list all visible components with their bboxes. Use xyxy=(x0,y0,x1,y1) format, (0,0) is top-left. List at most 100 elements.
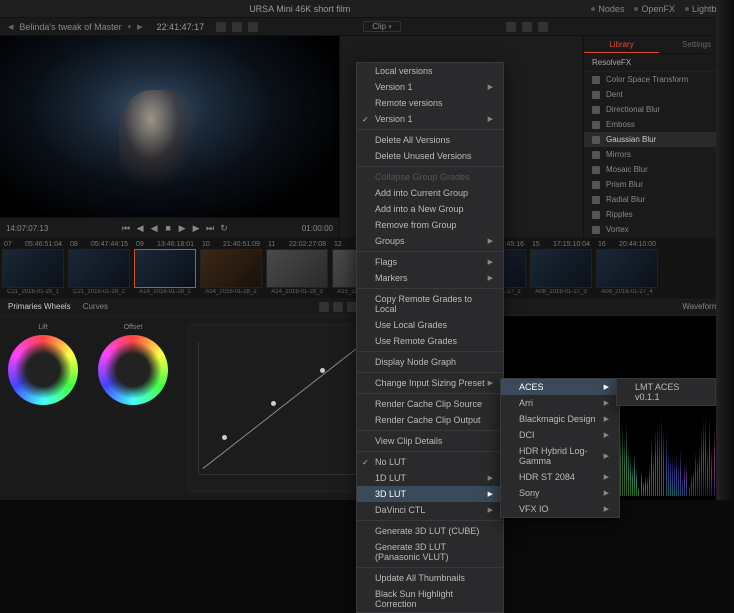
curves-editor[interactable] xyxy=(188,324,371,492)
node-tool-icon[interactable] xyxy=(522,22,532,32)
viewer-tool-icon[interactable] xyxy=(232,22,242,32)
curves-tab[interactable]: Curves xyxy=(83,302,108,311)
submenu-arrow-icon: ▶ xyxy=(604,415,609,423)
menu-item[interactable]: VFX IO▶ xyxy=(501,501,619,517)
menu-item[interactable]: DCI▶ xyxy=(501,427,619,443)
fx-item[interactable]: Gaussian Blur xyxy=(584,132,734,147)
menu-item[interactable]: Black Sun Highlight Correction xyxy=(357,586,503,612)
menu-separator xyxy=(357,166,503,167)
clip-thumbnail[interactable]: 1021:40:51:09A14_2016-01-28_2 xyxy=(198,239,264,297)
first-frame-icon[interactable]: ⏮ xyxy=(121,223,131,234)
version-dropdown-icon[interactable]: ▾ xyxy=(128,23,132,31)
menu-item[interactable]: Add into a New Group xyxy=(357,201,503,217)
clip-mode-selector[interactable]: Clip ▾ xyxy=(363,21,401,32)
menu-item[interactable]: Generate 3D LUT (CUBE) xyxy=(357,523,503,539)
menu-item[interactable]: Update All Thumbnails xyxy=(357,570,503,586)
nodes-toggle[interactable]: Nodes xyxy=(591,4,624,14)
scope-mode-selector[interactable]: Waveform xyxy=(682,302,718,311)
version-name[interactable]: Belinda's tweak of Master xyxy=(19,22,121,32)
fx-icon xyxy=(592,211,600,219)
menu-item[interactable]: ✓Version 1▶ xyxy=(357,111,503,127)
fx-icon xyxy=(592,151,600,159)
fx-icon xyxy=(592,196,600,204)
menu-item[interactable]: ✓No LUT xyxy=(357,454,503,470)
menu-item[interactable]: Change Input Sizing Preset▶ xyxy=(357,375,503,391)
menu-item[interactable]: Render Cache Clip Output xyxy=(357,412,503,428)
menu-item[interactable]: Copy Remote Grades to Local xyxy=(357,291,503,317)
menu-item[interactable]: DaVinci CTL▶ xyxy=(357,502,503,518)
menu-item[interactable]: Arri▶ xyxy=(501,395,619,411)
menu-item[interactable]: Add into Current Group xyxy=(357,185,503,201)
submenu-arrow-icon: ▶ xyxy=(488,490,493,498)
clip-thumbnail[interactable]: 1122:02:27:08A14_2016-01-28_3 xyxy=(264,239,330,297)
menu-item[interactable]: Flags▶ xyxy=(357,254,503,270)
clip-thumbnail[interactable]: 0705:46:51:04C21_2016-01-28_1 xyxy=(0,239,66,297)
menu-item[interactable]: Groups▶ xyxy=(357,233,503,249)
next-frame-icon[interactable]: ▶ xyxy=(191,223,201,234)
menu-item[interactable]: View Clip Details xyxy=(357,433,503,449)
next-version-icon[interactable]: ▶ xyxy=(137,23,142,31)
menu-item[interactable]: Delete All Versions xyxy=(357,132,503,148)
lift-wheel[interactable] xyxy=(8,335,78,405)
menu-item[interactable]: Sony▶ xyxy=(501,485,619,501)
menu-item[interactable]: Blackmagic Design▶ xyxy=(501,411,619,427)
node-tool-icon[interactable] xyxy=(506,22,516,32)
library-tab[interactable]: Library xyxy=(584,36,659,53)
project-title: URSA Mini 46K short film xyxy=(8,4,591,14)
clip-thumbnail[interactable]: 0913:46:18:01A14_2016-01-28_1 xyxy=(132,239,198,297)
fx-item[interactable]: Directional Blur xyxy=(584,102,734,117)
monitor-bezel xyxy=(716,0,734,500)
viewer-tool-icon[interactable] xyxy=(248,22,258,32)
fx-item[interactable]: Color Space Transform xyxy=(584,72,734,87)
menu-item[interactable]: HDR Hybrid Log-Gamma▶ xyxy=(501,443,619,469)
loop-icon[interactable]: ↻ xyxy=(219,223,229,234)
prev-version-icon[interactable]: ◀ xyxy=(8,23,13,31)
aces-submenu[interactable]: LMT ACES v0.1.1 xyxy=(616,378,716,406)
fx-item[interactable]: Mirrors xyxy=(584,147,734,162)
openfx-toggle[interactable]: OpenFX xyxy=(634,4,675,14)
clip-thumbnail[interactable]: 1620:44:10:00A08_2016-01-27_4 xyxy=(594,239,660,297)
menu-item[interactable]: Remove from Group xyxy=(357,217,503,233)
clip-thumbnail[interactable]: 0805:47:44:15C21_2016-01-28_2 xyxy=(66,239,132,297)
menu-item[interactable]: Local versions xyxy=(357,63,503,79)
menu-item[interactable]: HDR ST 2084▶ xyxy=(501,469,619,485)
fx-item[interactable]: Prism Blur xyxy=(584,177,734,192)
stop-icon[interactable]: ■ xyxy=(163,223,173,233)
play-reverse-icon[interactable]: ◀ xyxy=(149,223,159,234)
menu-item[interactable]: Delete Unused Versions xyxy=(357,148,503,164)
clip-thumbnail[interactable]: 1517:15:10:04A08_2016-01-27_3 xyxy=(528,239,594,297)
viewer-tool-icon[interactable] xyxy=(216,22,226,32)
fx-item[interactable]: Radial Blur xyxy=(584,192,734,207)
menu-item[interactable]: Remote versions xyxy=(357,95,503,111)
menu-item[interactable]: Display Node Graph xyxy=(357,354,503,370)
panel-mode-icon[interactable] xyxy=(333,302,343,312)
fx-item[interactable]: Mosaic Blur xyxy=(584,162,734,177)
menu-item[interactable]: 1D LUT▶ xyxy=(357,470,503,486)
submenu-arrow-icon: ▶ xyxy=(604,505,609,513)
menu-item[interactable]: Markers▶ xyxy=(357,270,503,286)
viewer[interactable] xyxy=(0,36,339,217)
context-menu[interactable]: Local versionsVersion 1▶Remote versions✓… xyxy=(356,62,504,613)
lut-submenu[interactable]: ACES▶Arri▶Blackmagic Design▶DCI▶HDR Hybr… xyxy=(500,378,620,518)
menu-item[interactable]: Render Cache Clip Source xyxy=(357,396,503,412)
fx-icon xyxy=(592,76,600,84)
fx-item[interactable]: Emboss xyxy=(584,117,734,132)
prev-frame-icon[interactable]: ◀ xyxy=(135,223,145,234)
panel-mode-icon[interactable] xyxy=(319,302,329,312)
primaries-tab[interactable]: Primaries Wheels xyxy=(8,302,71,311)
node-tool-icon[interactable] xyxy=(538,22,548,32)
menu-item[interactable]: Use Remote Grades xyxy=(357,333,503,349)
last-frame-icon[interactable]: ⏭ xyxy=(205,223,215,234)
fx-item[interactable]: Dent xyxy=(584,87,734,102)
menu-item[interactable]: ACES▶ xyxy=(501,379,619,395)
menu-item[interactable]: Use Local Grades xyxy=(357,317,503,333)
fx-item[interactable]: Ripples xyxy=(584,207,734,222)
submenu-arrow-icon: ▶ xyxy=(488,83,493,91)
menu-item[interactable]: Generate 3D LUT (Panasonic VLUT) xyxy=(357,539,503,565)
fx-item[interactable]: Vortex xyxy=(584,222,734,237)
play-icon[interactable]: ▶ xyxy=(177,223,187,234)
menu-item[interactable]: Version 1▶ xyxy=(357,79,503,95)
offset-wheel[interactable] xyxy=(98,335,168,405)
timecode-display[interactable]: 22:41:47:17 xyxy=(151,22,211,32)
menu-item[interactable]: LMT ACES v0.1.1 xyxy=(617,379,715,405)
